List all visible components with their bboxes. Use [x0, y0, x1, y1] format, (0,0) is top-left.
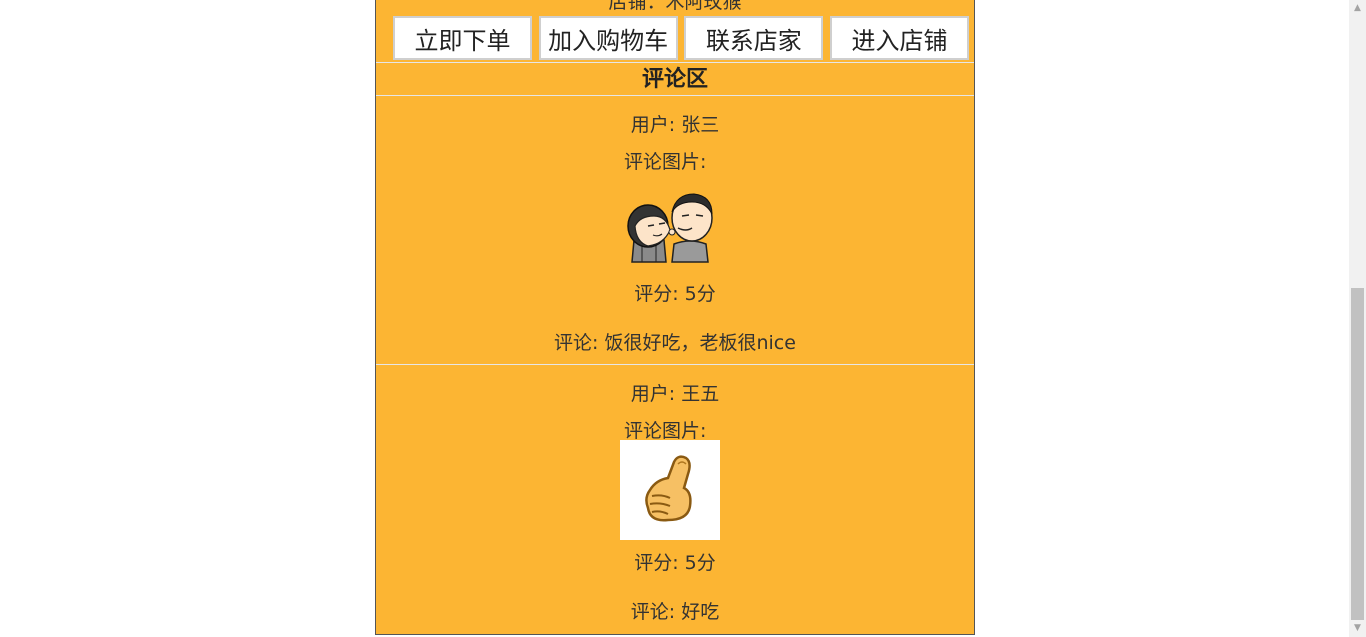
- comment-user: 用户: 王五: [630, 383, 720, 405]
- add-to-cart-button[interactable]: 加入购物车: [538, 16, 678, 60]
- product-detail-panel: 店铺：木阿玫猴 立即下单 加入购物车 联系店家 进入店铺 评论区 用户: 张三 …: [375, 0, 975, 635]
- comment-user: 用户: 张三: [630, 114, 720, 136]
- comment-text: 评论: 好吃: [630, 601, 720, 623]
- vertical-scrollbar[interactable]: ▲ ▼: [1349, 0, 1366, 637]
- thumbs-up-icon: [645, 455, 692, 522]
- scrollbar-thumb[interactable]: [1351, 288, 1364, 620]
- scroll-up-icon[interactable]: ▲: [1349, 0, 1366, 17]
- comment-score: 评分: 5分: [634, 283, 716, 305]
- comment-item: 用户: 王五 评论图片: 评分: 5分 评论: 好吃: [376, 365, 974, 633]
- comment-image-label: 评论图片:: [624, 151, 707, 173]
- enter-store-button[interactable]: 进入店铺: [829, 16, 969, 60]
- comments-section-title: 评论区: [641, 67, 708, 92]
- order-now-button[interactable]: 立即下单: [393, 16, 532, 60]
- comment-image: [620, 440, 720, 540]
- action-bar: 立即下单 加入购物车 联系店家 进入店铺: [393, 16, 969, 60]
- comment-image: [620, 188, 720, 288]
- cartoon-faces-icon: [627, 193, 713, 263]
- comment-item: 用户: 张三 评论图片: 评分: 5分 评论: 饭很好吃，老板很nice: [376, 96, 974, 364]
- store-name: 店铺：木阿玫猴: [608, 0, 742, 13]
- contact-seller-button[interactable]: 联系店家: [684, 16, 824, 60]
- comment-score: 评分: 5分: [634, 552, 716, 574]
- scroll-down-icon[interactable]: ▼: [1349, 620, 1366, 637]
- divider: [376, 62, 974, 63]
- comment-image-label: 评论图片:: [624, 420, 707, 442]
- comment-text: 评论: 饭很好吃，老板很nice: [554, 332, 796, 354]
